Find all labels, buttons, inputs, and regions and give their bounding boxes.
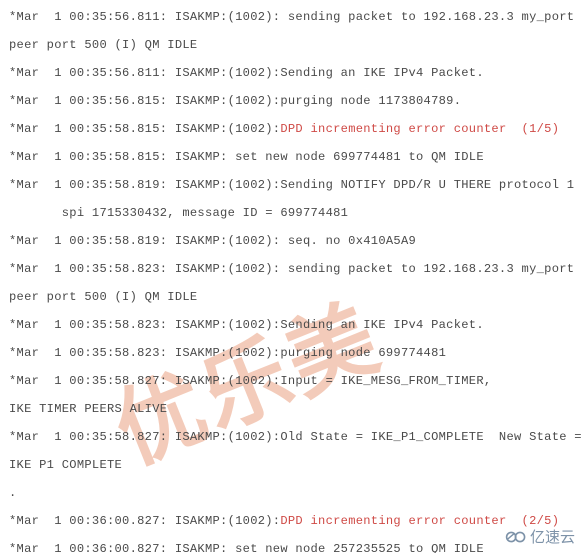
brand-watermark: 亿速云: [505, 529, 575, 545]
log-line: *Mar 1 00:35:58.815: ISAKMP:(1002):DPD i…: [0, 115, 581, 143]
log-line: peer port 500 (I) QM IDLE: [0, 283, 581, 311]
log-text: *Mar 1 00:35:58.823: ISAKMP:(1002):Sendi…: [9, 318, 484, 332]
infinity-loop-icon: [505, 531, 526, 543]
log-line: *Mar 1 00:35:58.827: ISAKMP:(1002):Old S…: [0, 423, 581, 451]
log-line: peer port 500 (I) QM IDLE: [0, 31, 581, 59]
brand-watermark-text: 亿速云: [529, 527, 575, 546]
log-text: *Mar 1 00:35:58.819: ISAKMP:(1002):Sendi…: [9, 178, 575, 192]
log-text: *Mar 1 00:35:58.823: ISAKMP:(1002): send…: [9, 262, 581, 276]
log-line: *Mar 1 00:35:58.815: ISAKMP: set new nod…: [0, 143, 581, 171]
log-line: IKE P1 COMPLETE: [0, 451, 581, 479]
log-text: *Mar 1 00:35:58.819: ISAKMP:(1002): seq.…: [9, 234, 417, 248]
log-line: *Mar 1 00:35:56.811: ISAKMP:(1002): send…: [0, 3, 581, 31]
log-text: *Mar 1 00:35:56.811: ISAKMP:(1002):Sendi…: [9, 66, 484, 80]
log-text: spi 1715330432, message ID = 699774481: [9, 206, 349, 220]
log-line: *Mar 1 00:35:56.815: ISAKMP:(1002):purgi…: [0, 87, 581, 115]
log-line: IKE TIMER PEERS ALIVE: [0, 395, 581, 423]
log-line: *Mar 1 00:35:58.823: ISAKMP:(1002): send…: [0, 255, 581, 283]
log-line: *Mar 1 00:35:56.811: ISAKMP:(1002):Sendi…: [0, 59, 581, 87]
log-text: IKE P1 COMPLETE: [9, 458, 123, 472]
log-text: *Mar 1 00:36:00.827: ISAKMP: set new nod…: [9, 542, 484, 553]
log-alert-text: DPD incrementing error counter (1/5): [280, 122, 560, 136]
log-text: peer port 500 (I) QM IDLE: [9, 38, 198, 52]
terminal-console: 优乐美 *Mar 1 00:35:56.811: ISAKMP:(1002): …: [0, 0, 581, 553]
log-line: .: [0, 479, 581, 507]
log-alert-text: DPD incrementing error counter (2/5): [280, 514, 560, 528]
log-text: *Mar 1 00:35:58.815: ISAKMP: set new nod…: [9, 150, 484, 164]
log-line: *Mar 1 00:35:58.819: ISAKMP:(1002): seq.…: [0, 227, 581, 255]
log-line: *Mar 1 00:35:58.819: ISAKMP:(1002):Sendi…: [0, 171, 581, 199]
log-text: *Mar 1 00:35:58.815: ISAKMP:(1002):: [9, 122, 281, 136]
log-output: *Mar 1 00:35:56.811: ISAKMP:(1002): send…: [0, 0, 581, 553]
log-text: *Mar 1 00:35:58.823: ISAKMP:(1002):purgi…: [9, 346, 447, 360]
log-text: *Mar 1 00:35:56.811: ISAKMP:(1002): send…: [9, 10, 581, 24]
log-text: *Mar 1 00:36:00.827: ISAKMP:(1002):: [9, 514, 281, 528]
log-line: *Mar 1 00:35:58.823: ISAKMP:(1002):Sendi…: [0, 311, 581, 339]
log-text: *Mar 1 00:35:56.815: ISAKMP:(1002):purgi…: [9, 94, 462, 108]
log-text: peer port 500 (I) QM IDLE: [9, 290, 198, 304]
log-line: spi 1715330432, message ID = 699774481: [0, 199, 581, 227]
log-line: *Mar 1 00:35:58.823: ISAKMP:(1002):purgi…: [0, 339, 581, 367]
log-text: *Mar 1 00:35:58.827: ISAKMP:(1002):Old S…: [9, 430, 581, 444]
log-line: *Mar 1 00:36:00.827: ISAKMP:(1002):DPD i…: [0, 507, 581, 535]
log-text: .: [9, 486, 17, 500]
log-text: *Mar 1 00:35:58.827: ISAKMP:(1002):Input…: [9, 374, 492, 388]
log-line: *Mar 1 00:35:58.827: ISAKMP:(1002):Input…: [0, 367, 581, 395]
log-line: *Mar 1 00:36:00.827: ISAKMP: set new nod…: [0, 535, 581, 553]
log-text: IKE TIMER PEERS ALIVE: [9, 402, 168, 416]
